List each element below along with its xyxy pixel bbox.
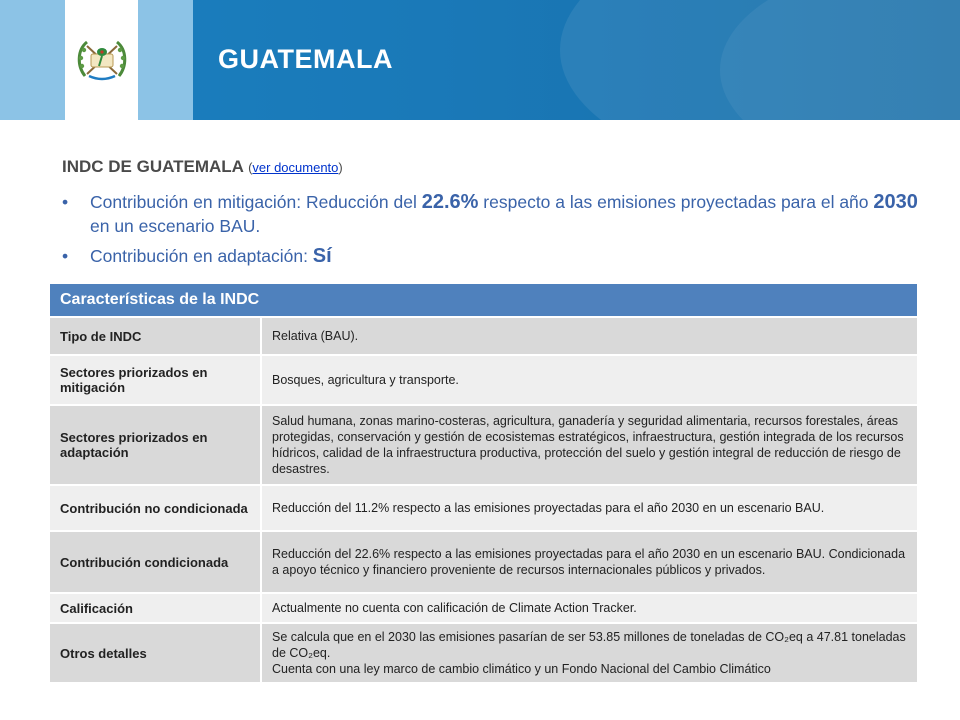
row-value: Se calcula que en el 2030 las emisiones … [260, 624, 917, 682]
flag-stripe-left [0, 0, 65, 120]
mitigation-text-pre: Contribución en mitigación: Reducción de… [90, 192, 422, 212]
row-label: Sectores priorizados en adaptación [50, 406, 260, 484]
indc-characteristics-table: Características de la INDC Tipo de INDC … [50, 284, 917, 682]
row-label: Calificación [50, 594, 260, 622]
table-row: Contribución no condicionada Reducción d… [50, 484, 917, 530]
row-value-line: Cuenta con una ley marco de cambio climá… [272, 662, 771, 676]
guatemala-coat-of-arms-icon [77, 40, 127, 81]
banner-decoration [720, 0, 960, 120]
table-row: Calificación Actualmente no cuenta con c… [50, 592, 917, 622]
list-item-mitigation: • Contribución en mitigación: Reducción … [62, 190, 922, 238]
table-row: Contribución condicionada Reducción del … [50, 530, 917, 592]
row-value: Relativa (BAU). [260, 318, 917, 354]
table-header: Características de la INDC [50, 284, 917, 316]
mitigation-text-mid: respecto a las emisiones proyectadas par… [478, 192, 874, 212]
mitigation-text-post: en un escenario BAU. [90, 216, 261, 236]
adaptation-value: Sí [312, 245, 332, 267]
bullet-icon: • [62, 192, 69, 212]
row-value-line: Se calcula que en el 2030 las emisiones … [272, 630, 906, 660]
table-row: Tipo de INDC Relativa (BAU). [50, 316, 917, 354]
paren-close: ) [338, 160, 343, 175]
row-label: Contribución no condicionada [50, 486, 260, 530]
page-title: GUATEMALA [218, 44, 393, 74]
row-value: Reducción del 22.6% respecto a las emisi… [260, 532, 917, 592]
row-value: Bosques, agricultura y transporte. [260, 356, 917, 404]
row-label: Sectores priorizados en mitigación [50, 356, 260, 404]
table-row: Sectores priorizados en adaptación Salud… [50, 404, 917, 484]
view-document-link[interactable]: ver documento [252, 160, 338, 175]
mitigation-year: 2030 [873, 191, 918, 213]
row-value: Reducción del 11.2% respecto a las emisi… [260, 486, 917, 530]
row-label: Contribución condicionada [50, 532, 260, 592]
list-item-adaptation: • Contribución en adaptación: Sí [62, 244, 922, 268]
contribution-list: • Contribución en mitigación: Reducción … [62, 190, 922, 274]
mitigation-percent: 22.6% [421, 191, 479, 213]
row-label: Otros detalles [50, 624, 260, 682]
flag-stripe-right [138, 0, 193, 120]
header-banner: GUATEMALA [0, 0, 960, 120]
bullet-icon: • [62, 246, 69, 266]
row-value: Salud humana, zonas marino-costeras, agr… [260, 406, 917, 484]
row-value: Actualmente no cuenta con calificación d… [260, 594, 917, 622]
indc-title-text: INDC DE GUATEMALA [62, 157, 244, 176]
table-row: Sectores priorizados en mitigación Bosqu… [50, 354, 917, 404]
row-label: Tipo de INDC [50, 318, 260, 354]
table-row: Otros detalles Se calcula que en el 2030… [50, 622, 917, 682]
indc-title: INDC DE GUATEMALA (ver documento) [62, 157, 343, 177]
adaptation-text: Contribución en adaptación: [90, 246, 313, 266]
